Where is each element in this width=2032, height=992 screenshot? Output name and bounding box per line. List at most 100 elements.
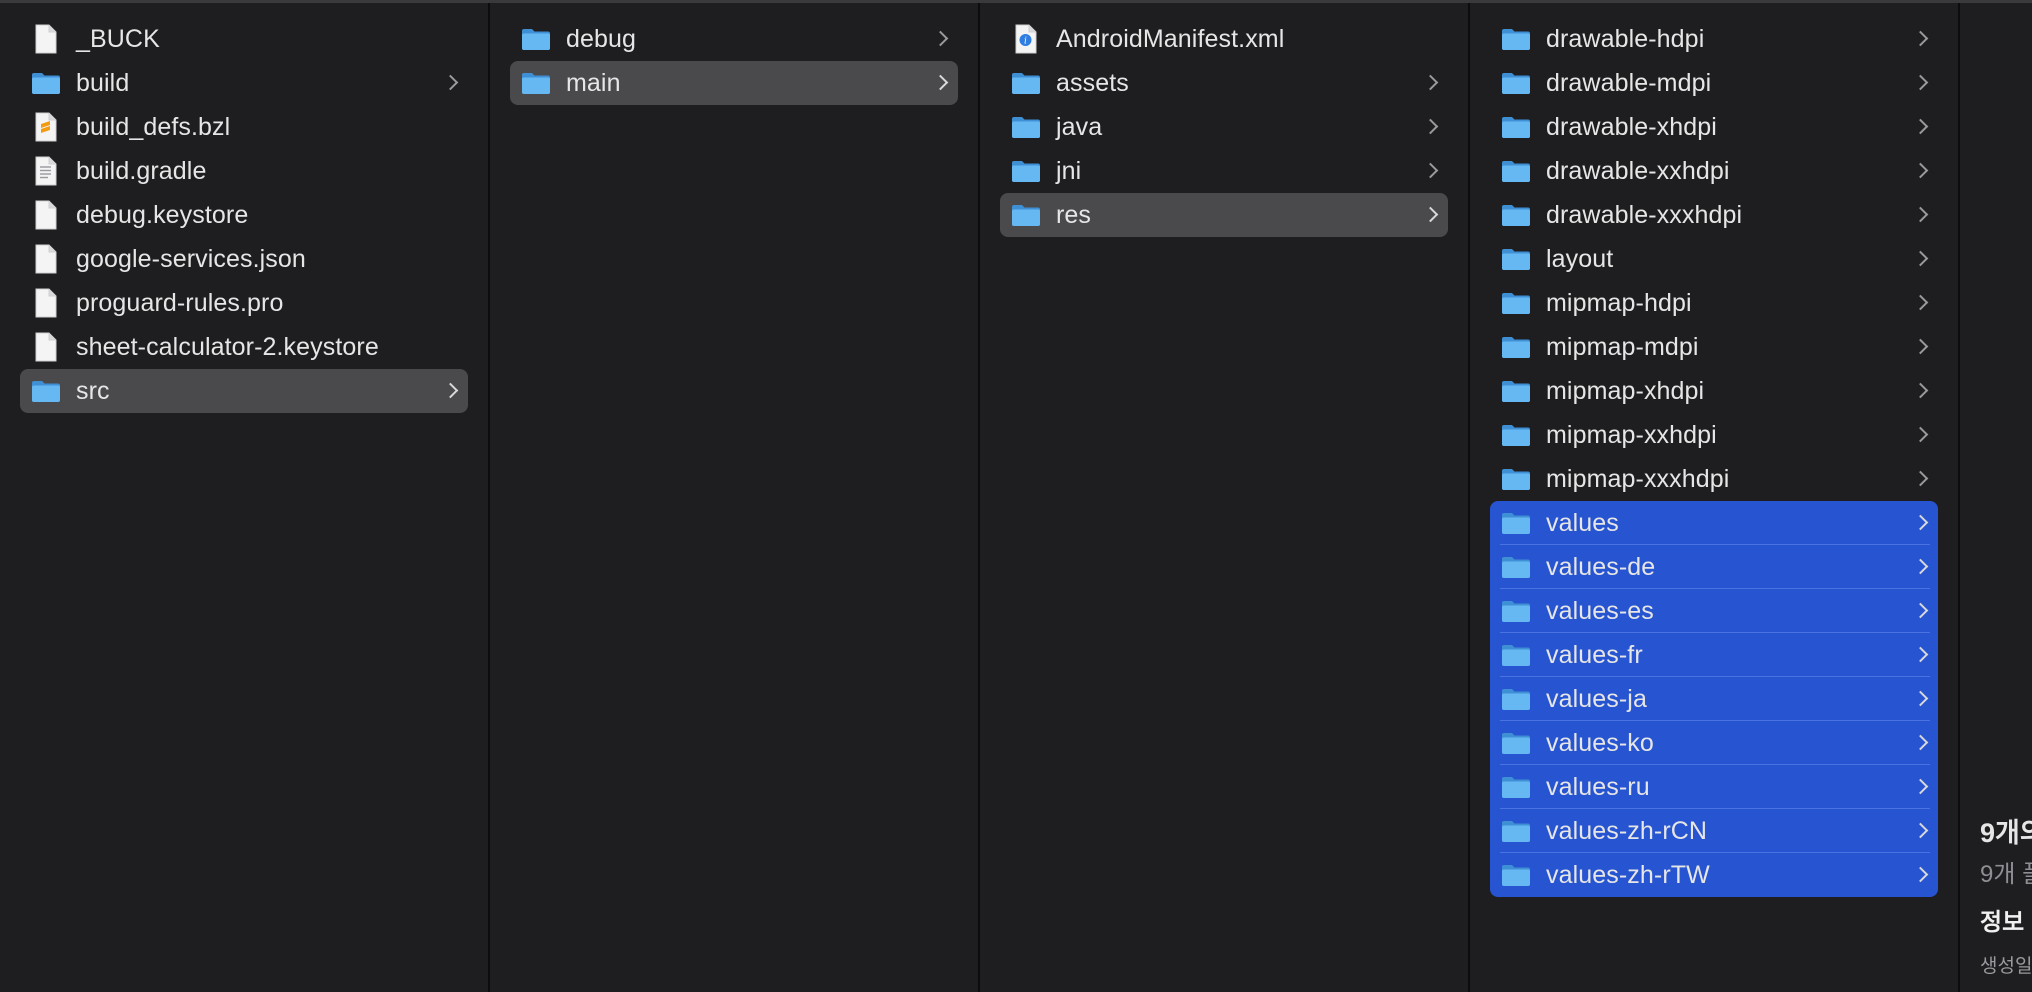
preview-title: 9개의 (1980, 818, 2032, 848)
folder-icon (1010, 199, 1042, 231)
folder-row[interactable]: drawable-xxhdpi (1490, 149, 1938, 193)
folder-icon (520, 23, 552, 55)
folder-row[interactable]: values-zh-rCN (1490, 808, 1938, 853)
folder-icon (1500, 243, 1532, 275)
folder-name: drawable-xxxhdpi (1546, 201, 1743, 229)
preview-subtitle: 9개 폴 (1980, 861, 2032, 888)
folder-name: build (76, 69, 130, 97)
chevron-right-icon (1422, 162, 1439, 179)
folder-row[interactable]: drawable-hdpi (1490, 17, 1938, 61)
folder-icon (30, 375, 62, 407)
folder-name: mipmap-mdpi (1546, 333, 1699, 361)
folder-icon (1500, 155, 1532, 187)
folder-row[interactable]: build (20, 61, 468, 105)
folder-row[interactable]: values-es (1490, 588, 1938, 633)
folder-row[interactable]: drawable-xhdpi (1490, 105, 1938, 149)
folder-icon (1500, 111, 1532, 143)
folder-row[interactable]: values-zh-rTW (1490, 852, 1938, 897)
folder-icon (1500, 23, 1532, 55)
column-2[interactable]: debug main (490, 3, 980, 992)
folder-row[interactable]: drawable-xxxhdpi (1490, 193, 1938, 237)
chevron-right-icon (1912, 558, 1929, 575)
chevron-right-icon (932, 30, 949, 47)
folder-name: mipmap-hdpi (1546, 289, 1692, 317)
folder-row[interactable]: mipmap-xxxhdpi (1490, 457, 1938, 501)
chevron-right-icon (1912, 470, 1929, 487)
folder-row[interactable]: main (510, 61, 958, 105)
folder-icon (1010, 155, 1042, 187)
folder-icon (1500, 815, 1532, 847)
folder-icon (1500, 551, 1532, 583)
file-row[interactable]: debug.keystore (20, 193, 468, 237)
file-row[interactable]: sheet-calculator-2.keystore (20, 325, 468, 369)
folder-row[interactable]: values-ja (1490, 676, 1938, 721)
folder-icon (1500, 727, 1532, 759)
column-4-list: drawable-hdpi drawable-mdpi drawable-xhdpi… (1490, 17, 1938, 897)
folder-row[interactable]: mipmap-xhdpi (1490, 369, 1938, 413)
file-name: proguard-rules.pro (76, 289, 284, 317)
file-name: build_defs.bzl (76, 113, 231, 141)
folder-row[interactable]: java (1000, 105, 1448, 149)
folder-row[interactable]: drawable-mdpi (1490, 61, 1938, 105)
folder-icon (1500, 683, 1532, 715)
column-1[interactable]: _BUCKbuild build_defs.bzl build.gradle debu… (0, 3, 490, 992)
chevron-right-icon (1912, 74, 1929, 91)
folder-row[interactable]: mipmap-hdpi (1490, 281, 1938, 325)
folder-icon (1500, 287, 1532, 319)
folder-icon (1500, 419, 1532, 451)
folder-name: debug (566, 25, 637, 53)
folder-row[interactable]: values-ru (1490, 764, 1938, 809)
file-row[interactable]: proguard-rules.pro (20, 281, 468, 325)
file-row[interactable]: _BUCK (20, 17, 468, 61)
chevron-right-icon (1422, 206, 1439, 223)
chevron-right-icon (1912, 690, 1929, 707)
folder-row[interactable]: layout (1490, 237, 1938, 281)
folder-name: layout (1546, 245, 1614, 273)
folder-name: res (1056, 201, 1092, 229)
folder-row[interactable]: mipmap-mdpi (1490, 325, 1938, 369)
folder-icon (1500, 375, 1532, 407)
folder-name: values-zh-rTW (1546, 861, 1710, 889)
folder-row[interactable]: res (1000, 193, 1448, 237)
file-name: AndroidManifest.xml (1056, 25, 1285, 53)
file-icon (30, 199, 62, 231)
sublime-file-icon (30, 111, 62, 143)
chevron-right-icon (1912, 646, 1929, 663)
folder-row[interactable]: src (20, 369, 468, 413)
folder-icon (1500, 463, 1532, 495)
column-3[interactable]: i AndroidManifest.xml assets java jni res (980, 3, 1470, 992)
folder-row[interactable]: assets (1000, 61, 1448, 105)
folder-row[interactable]: values-ko (1490, 720, 1938, 765)
folder-row[interactable]: values-de (1490, 544, 1938, 589)
folder-row[interactable]: values (1490, 501, 1938, 545)
folder-icon (1500, 771, 1532, 803)
folder-row[interactable]: values-fr (1490, 632, 1938, 677)
folder-row[interactable]: debug (510, 17, 958, 61)
chevron-right-icon (1912, 338, 1929, 355)
folder-row[interactable]: mipmap-xxhdpi (1490, 413, 1938, 457)
folder-name: values-ru (1546, 773, 1650, 801)
folder-name: values-de (1546, 553, 1656, 581)
file-row[interactable]: i AndroidManifest.xml (1000, 17, 1448, 61)
chevron-right-icon (1912, 426, 1929, 443)
file-name: build.gradle (76, 157, 207, 185)
folder-row[interactable]: jni (1000, 149, 1448, 193)
column-4[interactable]: drawable-hdpi drawable-mdpi drawable-xhdpi… (1470, 3, 1960, 992)
folder-name: assets (1056, 69, 1129, 97)
chevron-right-icon (1912, 514, 1929, 531)
preview-info: 9개의 9개 폴 정보 생성일 (1980, 811, 2032, 985)
folder-name: values-es (1546, 597, 1654, 625)
file-row[interactable]: google-services.json (20, 237, 468, 281)
folder-name: values-zh-rCN (1546, 817, 1708, 845)
folder-name: mipmap-xxxhdpi (1546, 465, 1730, 493)
folder-name: mipmap-xxhdpi (1546, 421, 1717, 449)
chevron-right-icon (1912, 206, 1929, 223)
chevron-right-icon (1912, 118, 1929, 135)
folder-name: drawable-xxhdpi (1546, 157, 1730, 185)
folder-name: values (1546, 509, 1619, 537)
file-icon (30, 243, 62, 275)
file-row[interactable]: build.gradle (20, 149, 468, 193)
file-icon (30, 331, 62, 363)
folder-name: drawable-mdpi (1546, 69, 1712, 97)
file-row[interactable]: build_defs.bzl (20, 105, 468, 149)
